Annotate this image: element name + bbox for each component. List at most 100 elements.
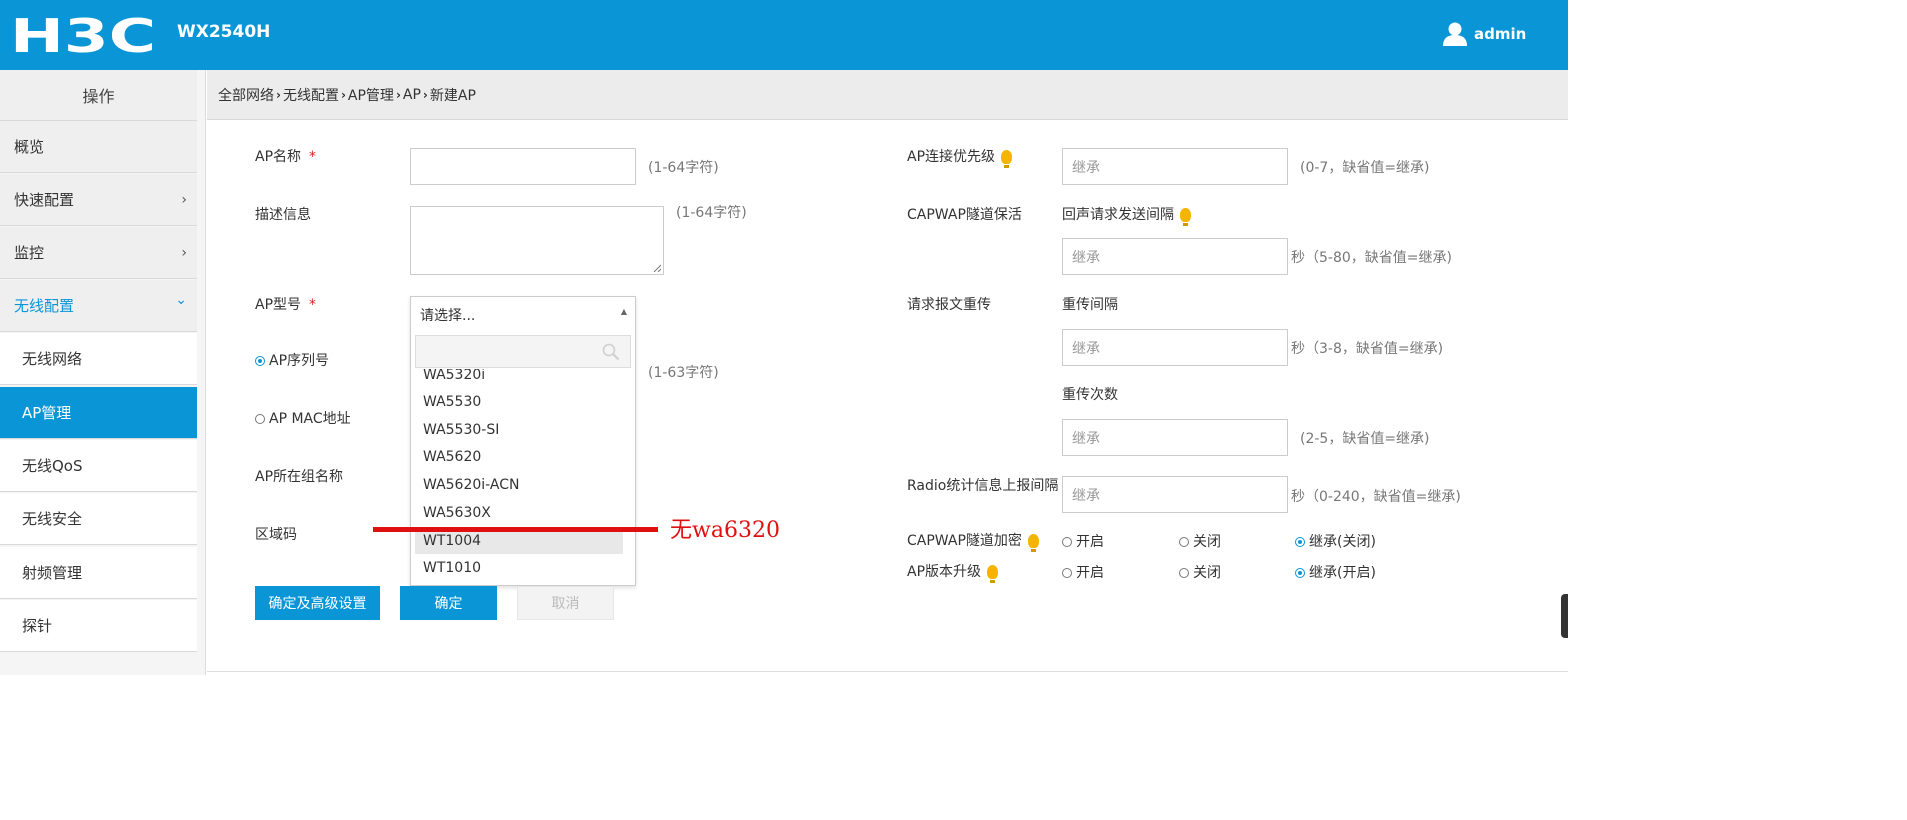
priority-label: AP连接优先级 bbox=[907, 146, 1013, 168]
breadcrumb-new-ap: 新建AP bbox=[429, 87, 476, 104]
upgrade-on-option[interactable]: 开启 bbox=[1062, 562, 1104, 582]
keepalive-label: CAPWAP隧道保活 bbox=[907, 207, 1022, 223]
encrypt-inherit-option[interactable]: 继承(关闭) bbox=[1295, 531, 1376, 551]
sidebar-item-quick-config[interactable]: 快速配置 › bbox=[0, 174, 197, 226]
radio-unchecked[interactable] bbox=[1062, 568, 1072, 578]
cancel-button[interactable]: 取消 bbox=[517, 586, 614, 620]
ok-advanced-button[interactable]: 确定及高级设置 bbox=[255, 586, 380, 620]
encrypt-off-option[interactable]: 关闭 bbox=[1179, 531, 1221, 551]
radio-checked[interactable] bbox=[1295, 537, 1305, 547]
ap-model-dropdown[interactable]: 请选择... ▲ WA5320i WA5530 WA5530-SI WA5620… bbox=[410, 296, 636, 586]
annotation-red-line bbox=[373, 527, 658, 532]
retransmit-label: 请求报文重传 bbox=[907, 297, 991, 313]
radio-stats-hint: 秒（0-240，缺省值=继承) bbox=[1291, 489, 1461, 505]
breadcrumb-wireless-config[interactable]: 无线配置 bbox=[283, 85, 339, 105]
sidebar-item-wireless-security[interactable]: 无线安全 bbox=[0, 493, 197, 545]
dropdown-option-list[interactable]: WA5320i WA5530 WA5530-SI WA5620 WA5620i-… bbox=[411, 369, 635, 583]
top-header: H3C WX2540H admin bbox=[0, 0, 1568, 70]
dropdown-option[interactable]: WA5620i-ACN bbox=[415, 471, 623, 498]
lightbulb-icon[interactable] bbox=[1180, 208, 1191, 226]
radio-stats-input[interactable]: 继承 bbox=[1062, 476, 1288, 513]
mac-option[interactable]: AP MAC地址 bbox=[255, 408, 351, 428]
chevron-down-icon: ⌄ bbox=[175, 292, 187, 308]
chevron-right-icon: › bbox=[395, 87, 401, 102]
upgrade-inherit-option[interactable]: 继承(开启) bbox=[1295, 562, 1376, 582]
priority-input[interactable]: 继承 bbox=[1062, 148, 1288, 185]
echo-interval-hint: 秒（5-80，缺省值=继承) bbox=[1291, 250, 1452, 266]
description-textarea[interactable] bbox=[410, 206, 664, 275]
dropdown-option[interactable]: WT1010 bbox=[415, 554, 623, 581]
username: admin bbox=[1474, 25, 1527, 43]
retransmit-count-label: 重传次数 bbox=[1062, 387, 1118, 403]
dropdown-option[interactable]: WA5530-SI bbox=[415, 416, 623, 443]
sidebar-item-monitor[interactable]: 监控 › bbox=[0, 227, 197, 279]
breadcrumb-all-networks[interactable]: 全部网络 bbox=[218, 85, 274, 105]
svg-text:H3C: H3C bbox=[10, 14, 156, 58]
breadcrumb-ap[interactable]: AP bbox=[403, 87, 421, 103]
region-code-label: 区域码 bbox=[255, 527, 297, 543]
sidebar-item-wireless-qos[interactable]: 无线QoS bbox=[0, 440, 197, 492]
chevron-right-icon: › bbox=[340, 87, 346, 102]
sidebar-item-label: 射频管理 bbox=[22, 564, 83, 582]
sidebar-item-probe[interactable]: 探针 bbox=[0, 600, 197, 652]
dropdown-option[interactable]: WA5530 bbox=[415, 388, 623, 415]
dropdown-option[interactable]: WA5620 bbox=[415, 443, 623, 470]
user-menu[interactable]: admin bbox=[1442, 22, 1526, 46]
chevron-right-icon: › bbox=[276, 87, 281, 102]
retransmit-count-input[interactable]: 继承 bbox=[1062, 419, 1288, 456]
chevron-right-icon: › bbox=[422, 87, 428, 102]
dropdown-option[interactable]: WA5630X bbox=[415, 499, 623, 526]
ap-name-hint: (1-64字符) bbox=[648, 160, 719, 176]
radio-unchecked[interactable] bbox=[1179, 537, 1189, 547]
ap-model-selected[interactable]: 请选择... bbox=[411, 297, 635, 333]
ok-button[interactable]: 确定 bbox=[400, 586, 497, 620]
retransmit-interval-label: 重传间隔 bbox=[1062, 297, 1118, 313]
dropdown-option[interactable]: WA5320i bbox=[415, 369, 623, 388]
chevron-right-icon: › bbox=[181, 245, 187, 261]
encrypt-label: CAPWAP隧道加密 bbox=[907, 530, 1039, 552]
lightbulb-icon[interactable] bbox=[987, 565, 999, 583]
sidebar-item-label: 快速配置 bbox=[14, 191, 75, 209]
side-tab-handle[interactable] bbox=[1561, 594, 1568, 638]
sidebar-item-overview[interactable]: 概览 bbox=[0, 121, 197, 173]
sidebar-item-ap-management[interactable]: AP管理 bbox=[0, 387, 197, 439]
sidebar: 操作 概览 快速配置 › 监控 › 无线配置 ⌄ 无线网络 AP管理 无线QoS 无线… bbox=[0, 70, 206, 675]
serial-option[interactable]: AP序列号 bbox=[255, 350, 329, 370]
sidebar-item-wireless-config[interactable]: 无线配置 ⌄ bbox=[0, 280, 197, 332]
echo-interval-input[interactable]: 继承 bbox=[1062, 238, 1288, 275]
retransmit-count-hint: (2-5，缺省值=继承) bbox=[1300, 431, 1430, 447]
sidebar-item-rf-management[interactable]: 射频管理 bbox=[0, 547, 197, 599]
sidebar-item-label: 无线QoS bbox=[22, 457, 83, 475]
breadcrumb-ap-management[interactable]: AP管理 bbox=[348, 85, 394, 105]
lightbulb-icon[interactable] bbox=[1027, 534, 1039, 552]
sidebar-item-wireless-network[interactable]: 无线网络 bbox=[0, 333, 197, 385]
dropdown-search-input[interactable] bbox=[415, 335, 631, 368]
required-mark: * bbox=[309, 149, 317, 165]
priority-hint: (0-7，缺省值=继承) bbox=[1300, 160, 1430, 176]
ap-name-label: AP名称 * bbox=[255, 149, 317, 165]
radio-unchecked[interactable] bbox=[1179, 568, 1189, 578]
caret-up-icon[interactable]: ▲ bbox=[621, 307, 627, 316]
ap-name-input[interactable] bbox=[410, 148, 636, 185]
radio-stats-label: Radio统计信息上报间隔 bbox=[907, 478, 1059, 494]
radio-checked[interactable] bbox=[255, 356, 265, 366]
breadcrumb: 全部网络 › 无线配置 › AP管理 › AP › 新建AP bbox=[207, 70, 1568, 120]
radio-checked[interactable] bbox=[1295, 568, 1305, 578]
lightbulb-icon[interactable] bbox=[1001, 150, 1013, 168]
bottom-divider bbox=[207, 671, 1568, 672]
upgrade-off-option[interactable]: 关闭 bbox=[1179, 562, 1221, 582]
resize-handle-icon[interactable] bbox=[653, 264, 661, 272]
retransmit-interval-hint: 秒（3-8，缺省值=继承) bbox=[1291, 341, 1444, 357]
sidebar-item-label: 无线安全 bbox=[22, 510, 83, 528]
sidebar-item-label: 监控 bbox=[14, 244, 45, 262]
sidebar-item-label: AP管理 bbox=[22, 404, 72, 422]
annotation-text: 无wa6320 bbox=[670, 518, 780, 543]
retransmit-interval-input[interactable]: 继承 bbox=[1062, 329, 1288, 366]
encrypt-on-option[interactable]: 开启 bbox=[1062, 531, 1104, 551]
radio-unchecked[interactable] bbox=[1062, 537, 1072, 547]
ap-group-label: AP所在组名称 bbox=[255, 469, 344, 485]
sidebar-item-label: 探针 bbox=[22, 617, 53, 635]
search-icon bbox=[602, 343, 620, 361]
required-mark: * bbox=[309, 297, 317, 313]
radio-unchecked[interactable] bbox=[255, 414, 265, 424]
